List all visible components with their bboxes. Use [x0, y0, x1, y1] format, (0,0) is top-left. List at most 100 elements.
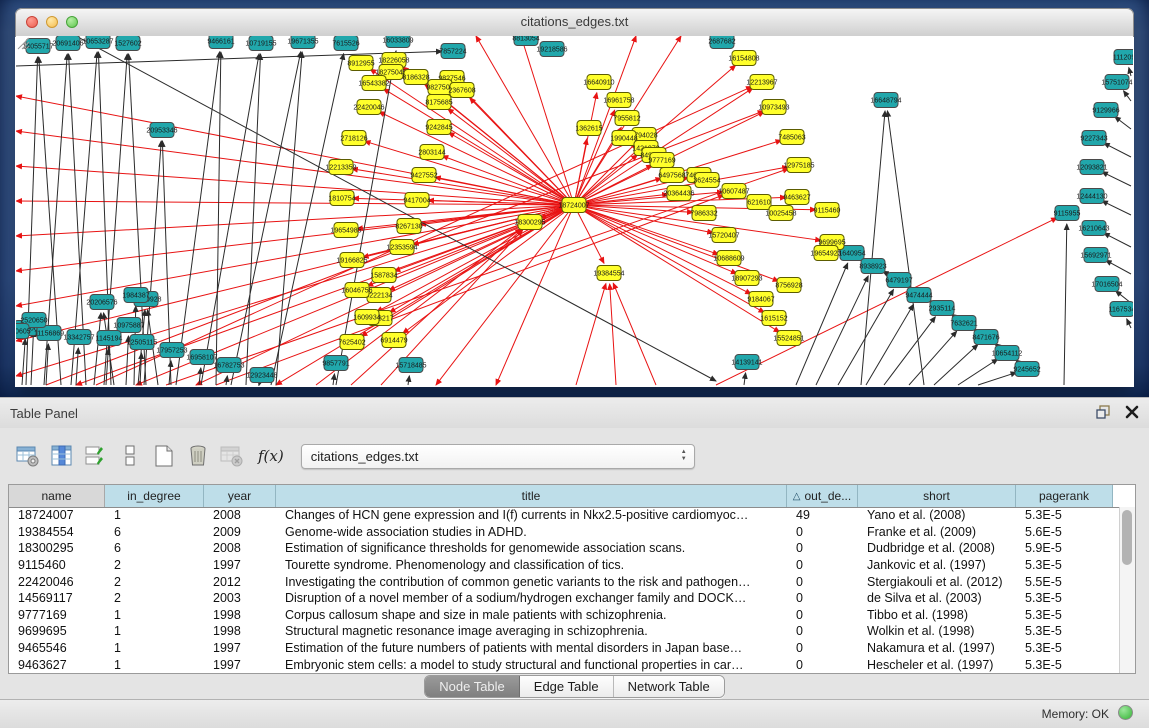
graph-node[interactable]: 16210643 — [1078, 221, 1109, 236]
graph-node[interactable]: 12975185 — [783, 158, 814, 173]
graph-node[interactable]: 9427552 — [410, 168, 437, 183]
graph-node[interactable]: 9184067 — [747, 292, 774, 307]
new-table-icon[interactable] — [150, 442, 177, 470]
graph-node[interactable]: 2935114 — [929, 301, 956, 316]
graph-node[interactable]: 7632621 — [950, 316, 977, 331]
graph-node[interactable]: 6479197 — [885, 273, 912, 288]
graph-node[interactable]: 20691406 — [52, 36, 83, 51]
graph-node[interactable]: 1167534 — [1109, 302, 1133, 317]
graph-node[interactable]: 12505115 — [127, 335, 158, 350]
graph-node[interactable]: 10688609 — [713, 251, 744, 266]
float-panel-icon[interactable] — [1095, 404, 1111, 420]
table-row[interactable]: 2242004622012Investigating the contribut… — [9, 573, 1120, 590]
graph-node[interactable]: 1984387 — [122, 288, 149, 303]
graph-node[interactable]: 10025458 — [765, 206, 796, 221]
graph-node[interactable]: 2718126 — [340, 131, 367, 146]
graph-node[interactable]: 9242845 — [425, 120, 452, 135]
function-builder-icon[interactable]: f(x) — [258, 447, 284, 465]
graph-node[interactable]: 1112097 — [1113, 50, 1133, 65]
graph-node[interactable]: 1527602 — [114, 36, 141, 51]
graph-node[interactable]: 8756928 — [775, 278, 802, 293]
graph-node[interactable]: 8813054 — [512, 36, 539, 46]
graph-node[interactable]: 10973493 — [758, 100, 789, 115]
delete-table-icon[interactable] — [218, 442, 245, 470]
graph-node[interactable]: 12213359 — [325, 160, 356, 175]
graph-node[interactable]: 19671355 — [287, 36, 318, 49]
graph-node[interactable]: 9777169 — [648, 153, 675, 168]
graph-node[interactable]: 1587834 — [370, 268, 397, 283]
memory-ok-indicator[interactable] — [1118, 705, 1133, 720]
graph-node[interactable]: 621610 — [747, 195, 771, 210]
graph-node[interactable]: 19654923 — [810, 246, 841, 261]
graph-node[interactable]: 9474444 — [905, 288, 932, 303]
graph-node[interactable]: 3624554 — [693, 173, 720, 188]
scrollbar-thumb[interactable] — [1122, 510, 1132, 565]
network-canvas[interactable]: 1405571720691406106532871527602946616110… — [16, 36, 1133, 386]
graph-node[interactable]: 7485063 — [778, 130, 805, 145]
graph-node[interactable]: 7955812 — [613, 111, 640, 126]
graph-node[interactable]: 9350605 — [16, 324, 31, 339]
graph-node[interactable]: 9417004 — [403, 193, 430, 208]
table-row[interactable]: 1938455462009Genome-wide association stu… — [9, 524, 1120, 541]
graph-node[interactable]: 9129966 — [1092, 103, 1119, 118]
graph-node[interactable]: 2367608 — [448, 83, 475, 98]
graph-node[interactable]: 6497568 — [658, 168, 685, 183]
column-header-in-degree[interactable]: in_degree — [105, 485, 204, 507]
graph-node[interactable]: 9466161 — [207, 36, 234, 49]
column-header-out-de---[interactable]: △out_de... — [787, 485, 858, 507]
graph-node[interactable]: 15718485 — [395, 358, 426, 373]
graph-node[interactable]: 9115460 — [814, 203, 841, 218]
graph-node[interactable]: 22420046 — [353, 100, 384, 115]
table-row[interactable]: 1830029562008Estimation of significance … — [9, 540, 1120, 557]
graph-node[interactable]: 2803144 — [418, 145, 445, 160]
graph-node[interactable]: 19384554 — [593, 266, 624, 281]
graph-node[interactable]: 16543382 — [358, 76, 389, 91]
tab-network-table[interactable]: Network Table — [614, 676, 724, 697]
table-settings-icon[interactable] — [14, 442, 41, 470]
close-panel-icon[interactable] — [1125, 405, 1139, 419]
graph-node[interactable]: 7986332 — [690, 206, 717, 221]
graph-node[interactable]: 12093821 — [1076, 160, 1107, 175]
row-height-icon[interactable] — [116, 442, 143, 470]
window-titlebar[interactable]: citations_edges.txt — [15, 8, 1134, 37]
graph-node[interactable]: 7857224 — [439, 44, 466, 59]
graph-node[interactable]: 19654985 — [330, 223, 361, 238]
graph-node[interactable]: 16640910 — [583, 75, 614, 90]
column-header-title[interactable]: title — [276, 485, 787, 507]
graph-node[interactable]: 16154808 — [728, 51, 759, 66]
graph-node[interactable]: 20364436 — [663, 186, 694, 201]
graph-node[interactable]: 9227343 — [1080, 131, 1107, 146]
graph-node[interactable]: 19218586 — [536, 42, 567, 57]
graph-node[interactable]: 1615152 — [760, 311, 787, 326]
graph-node[interactable]: 7625402 — [338, 335, 365, 350]
graph-node[interactable]: 15692971 — [1080, 248, 1111, 263]
graph-node[interactable]: 9857791 — [322, 356, 349, 371]
graph-node[interactable]: 18724007 — [558, 198, 589, 213]
select-column-icon[interactable] — [48, 442, 75, 470]
graph-node[interactable]: 10654112 — [992, 346, 1023, 361]
graph-node[interactable]: 9245652 — [1013, 362, 1040, 377]
graph-node[interactable]: 15524851 — [773, 331, 804, 346]
graph-node[interactable]: 9115955 — [1054, 206, 1081, 221]
delete-rows-icon[interactable] — [184, 442, 211, 470]
tab-node-table[interactable]: Node Table — [425, 676, 520, 697]
column-header-pagerank[interactable]: pagerank — [1016, 485, 1113, 507]
table-row[interactable]: 946362711997Embryonic stem cells: a mode… — [9, 656, 1120, 673]
graph-node[interactable]: 8175685 — [425, 95, 452, 110]
table-row[interactable]: 1456911722003Disruption of a novel membe… — [9, 590, 1120, 607]
table-row[interactable]: 911546021997Tourette syndrome. Phenomeno… — [9, 557, 1120, 574]
table-row[interactable]: 946554611997Estimation of the future num… — [9, 640, 1120, 657]
graph-node[interactable]: 16782753 — [213, 358, 244, 373]
graph-node[interactable]: 8912955 — [347, 56, 374, 71]
row-checklist-icon[interactable] — [82, 442, 109, 470]
graph-node[interactable]: 16961758 — [603, 93, 634, 108]
graph-node[interactable]: 14139141 — [731, 355, 762, 370]
table-vertical-scrollbar[interactable] — [1119, 507, 1135, 673]
column-header-name[interactable]: name — [9, 485, 105, 507]
window-resize-grip[interactable] — [16, 36, 30, 50]
graph-node[interactable]: 10653287 — [82, 36, 113, 49]
graph-node[interactable]: 12353594 — [386, 240, 417, 255]
graph-node[interactable]: 8267130 — [395, 219, 422, 234]
graph-node[interactable]: 1362615 — [575, 121, 602, 136]
graph-node[interactable]: 8938923 — [859, 259, 886, 274]
